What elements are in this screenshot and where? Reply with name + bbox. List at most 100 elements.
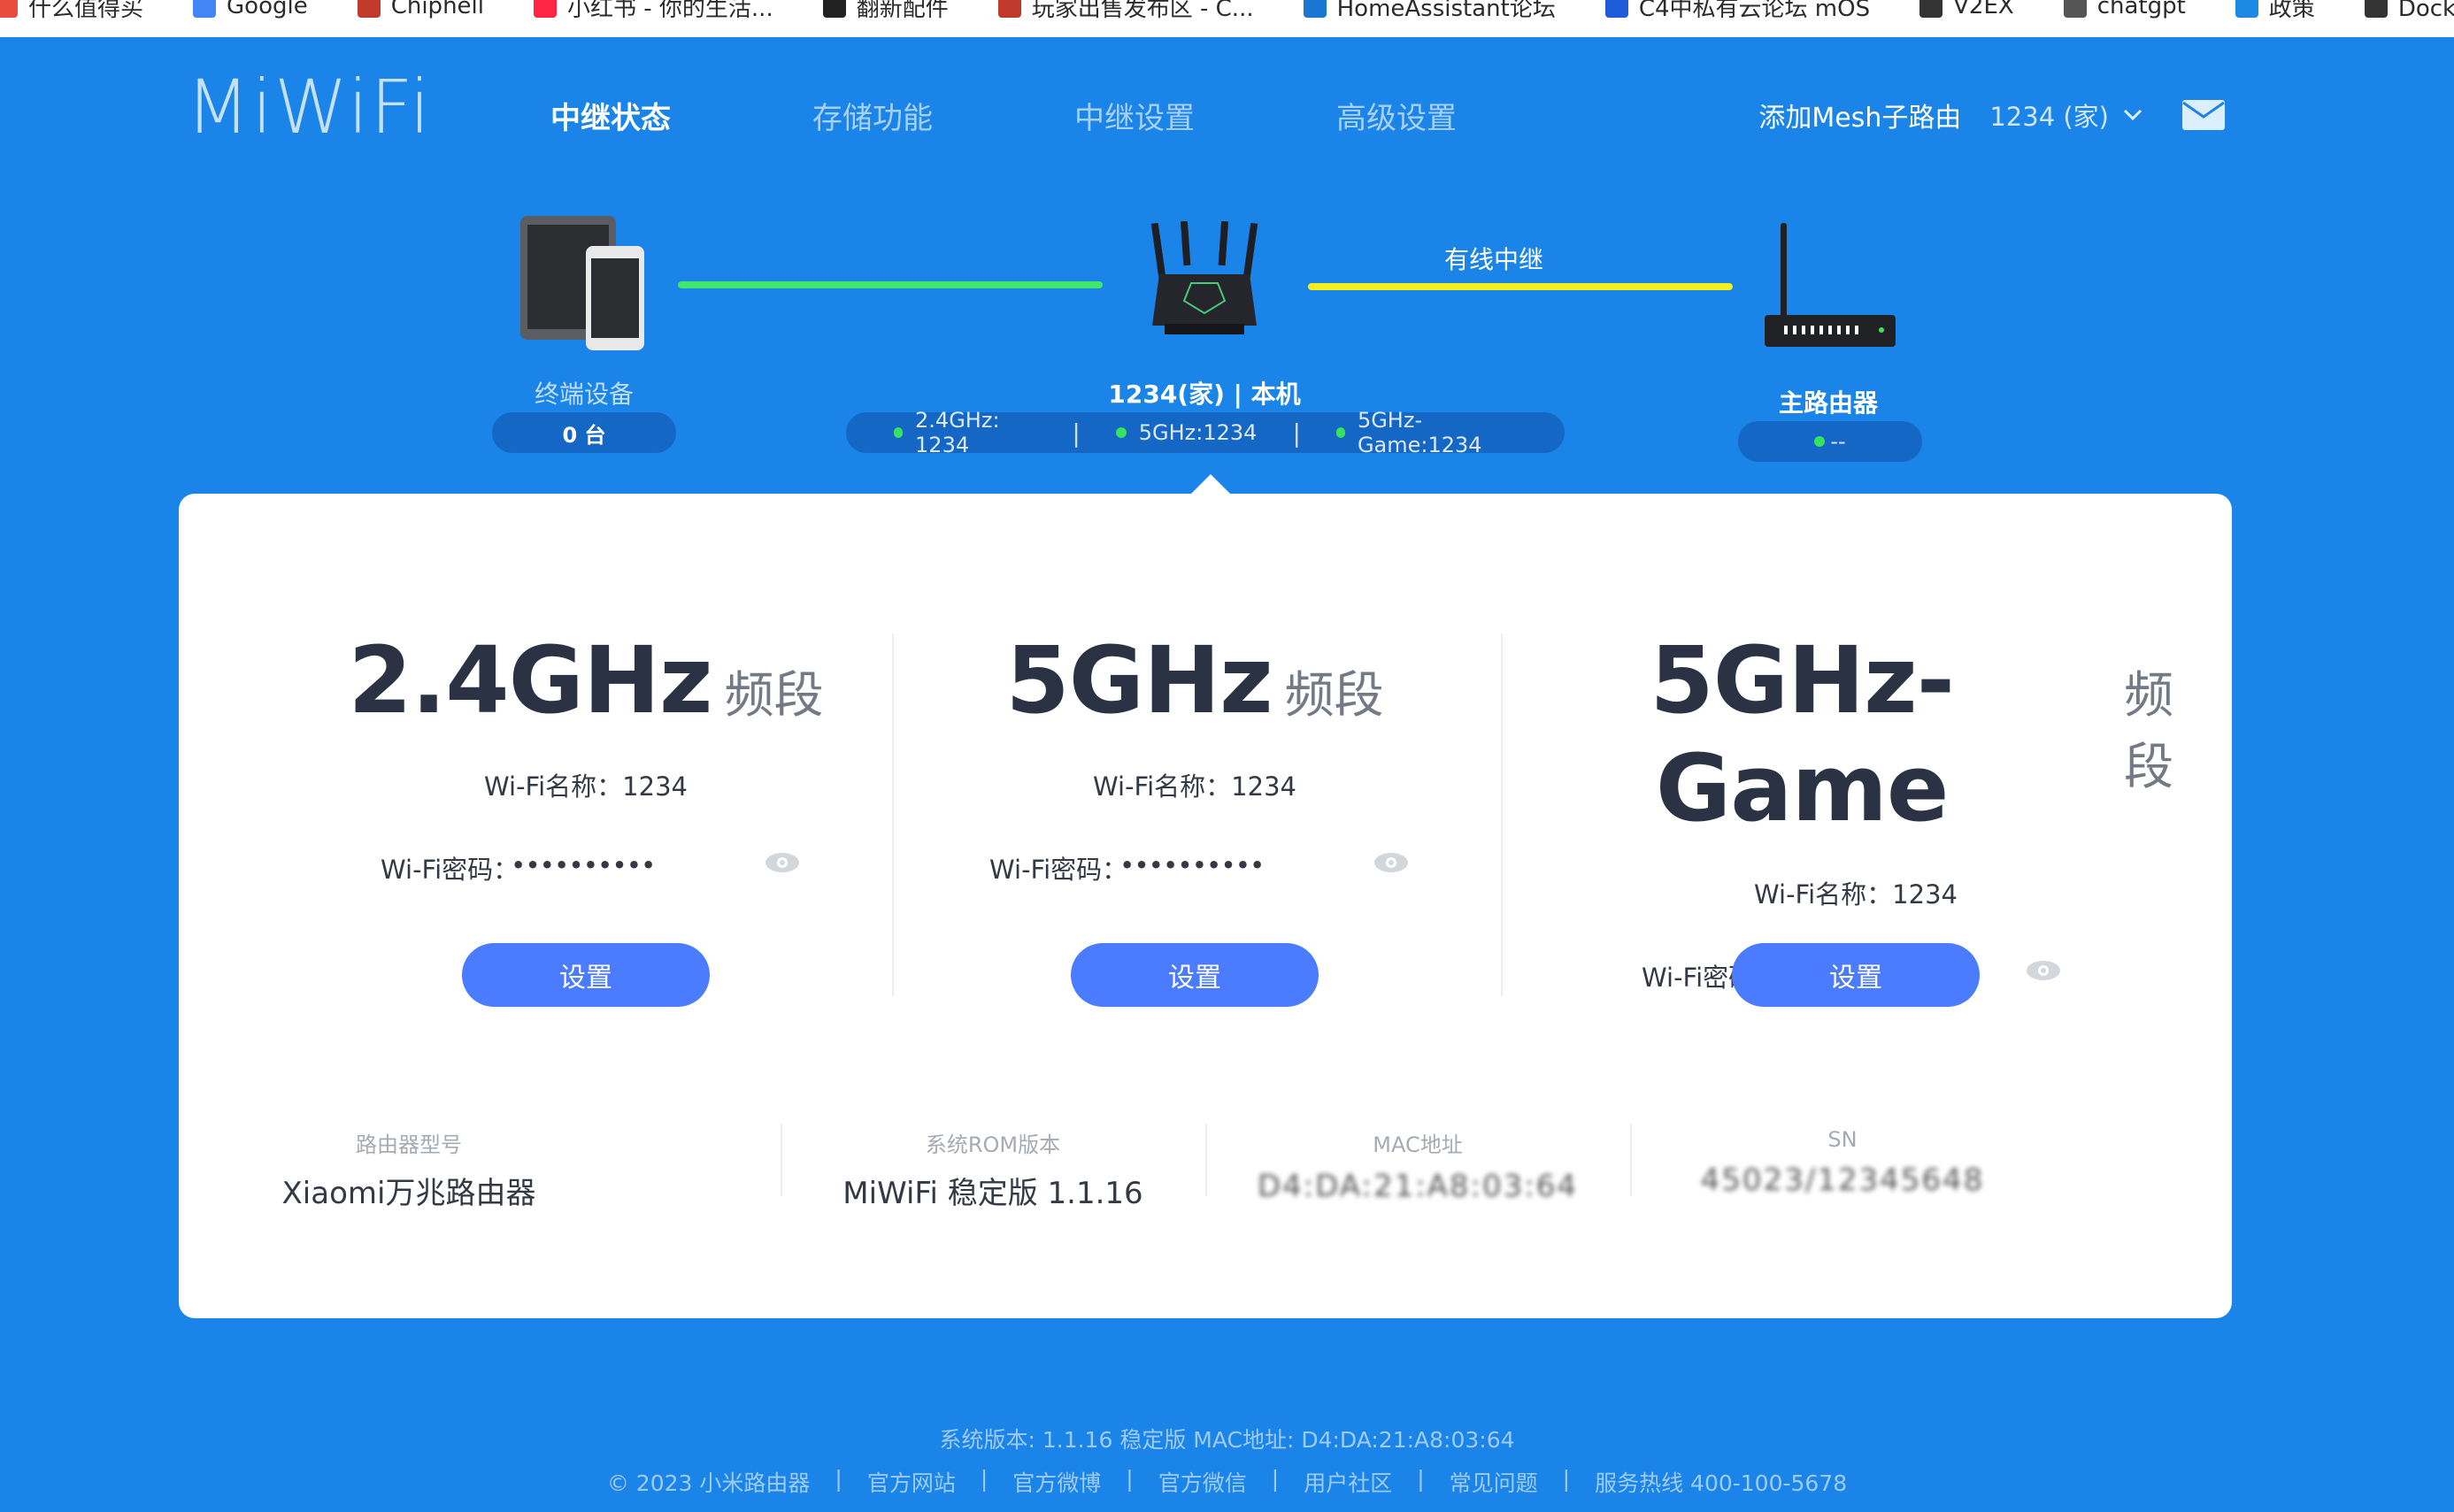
router-name: 1234 (家): [1989, 102, 2109, 132]
bookmark-favicon-icon: [2364, 0, 2388, 18]
bookmark-item[interactable]: 翻新配件: [822, 0, 949, 23]
bookmark-item[interactable]: Google: [193, 0, 308, 19]
nav-storage[interactable]: 存储功能: [812, 94, 933, 137]
footer-system-info: 系统版本: 1.1.16 稳定版 MAC地址: D4:DA:21:A8:03:6…: [939, 1427, 1515, 1453]
bookmark-favicon-icon: [193, 0, 217, 18]
bookmark-favicon-icon: [0, 0, 18, 18]
terminal-count-badge[interactable]: 0 台: [492, 412, 676, 453]
footer-link: © 2023 小米路由器: [606, 1470, 811, 1496]
band-title: 2.4GHz 频段: [347, 626, 825, 734]
footer-separator: |: [1562, 1466, 1571, 1492]
band-panel-5: 5GHz 频段 Wi-Fi名称：1234 Wi-Fi密码： ••••••••••…: [956, 626, 1434, 1007]
bookmark-label: Google: [227, 0, 308, 19]
footer-link[interactable]: 官方微博: [1012, 1466, 1101, 1498]
band-status-bar: 2.4GHz: 1234 | 5GHz:1234 | 5GHz-Game:123…: [846, 408, 1565, 457]
band-name: 5GHz-Game: [1650, 626, 1954, 842]
router-icon: [1150, 221, 1258, 334]
band-name: 2.4GHz: [348, 626, 712, 734]
online-dot: [894, 427, 904, 438]
band-settings-button[interactable]: 设置: [1071, 943, 1319, 1007]
online-dot: [1335, 427, 1345, 438]
wifi-password-value: ••••••••••: [1120, 853, 1265, 878]
info-label: 系统ROM版本: [925, 1132, 1061, 1157]
bookmark-item[interactable]: Chiphell: [357, 0, 484, 19]
bookmark-item[interactable]: 玩家出售发布区 - C...: [997, 0, 1254, 23]
info-value: MiWiFi 稳定版 1.1.16: [842, 1176, 1143, 1211]
footer-link[interactable]: 官方网站: [867, 1466, 956, 1498]
info-value: Xiaomi万兆路由器: [281, 1176, 536, 1211]
bookmark-favicon-icon: [2235, 0, 2258, 18]
bookmark-item[interactable]: chatgpt: [2063, 0, 2186, 19]
nav-relay-status[interactable]: 中继状态: [550, 94, 671, 137]
footer-separator: |: [980, 1466, 989, 1492]
info-router-model: 路由器型号 Xiaomi万兆路由器: [232, 1127, 586, 1212]
bookmark-label: 小红书 - 你的生活...: [567, 0, 773, 22]
bookmark-item[interactable]: DockerHub 国内镜...: [2364, 0, 2454, 23]
info-rom-version: 系统ROM版本 MiWiFi 稳定版 1.1.16: [798, 1127, 1188, 1212]
band-status-24: 2.4GHz: 1234: [858, 408, 1072, 457]
bookmark-label: chatgpt: [2096, 0, 2186, 19]
mail-icon[interactable]: [2181, 99, 2226, 131]
band-title: 5GHz-Game 频段: [1515, 626, 2196, 842]
bookmark-item[interactable]: 什么值得买: [0, 0, 143, 23]
bookmark-label: 翻新配件: [856, 0, 949, 22]
online-dot: [1115, 427, 1127, 438]
chevron-down-icon: [2123, 109, 2142, 121]
bookmark-favicon-icon: [1604, 0, 1628, 18]
footer-separator: |: [1126, 1466, 1134, 1492]
nav-advanced-settings[interactable]: 高级设置: [1336, 94, 1457, 137]
add-mesh-button[interactable]: 添加Mesh子路由: [1758, 96, 1961, 134]
divider: [892, 633, 894, 996]
bookmarks-bar: 什么值得买 Google Chiphell 小红书 - 你的生活... 翻新配件 玩家出售…: [0, 0, 2454, 37]
bookmark-label: 政策: [2268, 0, 2315, 22]
bookmark-label: DockerHub 国内镜...: [2397, 0, 2454, 22]
bookmark-item[interactable]: 小红书 - 你的生活...: [534, 0, 773, 23]
eye-icon[interactable]: [765, 851, 800, 874]
band-panel-24: 2.4GHz 频段 Wi-Fi名称：1234 Wi-Fi密码： ••••••••…: [347, 626, 825, 1007]
network-topology: 终端设备 0 台 1234(家) | 本机 2.4GHz: 1234 | 5GH…: [0, 188, 2454, 488]
band-status-24-text: 2.4GHz: 1234: [915, 408, 1000, 457]
footer-links: © 2023 小米路由器 | 官方网站 | 官方微博 | 官方微信 | 用户社区 | 常见问题 | 服务…: [0, 1466, 2454, 1498]
divider: [781, 1124, 782, 1196]
router-selector[interactable]: 1234 (家): [1989, 96, 2142, 134]
band-title: 5GHz 频段: [956, 626, 1434, 734]
wifi-ssid: Wi-Fi名称：1234: [484, 771, 688, 802]
eye-icon[interactable]: [2026, 959, 2061, 982]
bookmark-label: 玩家出售发布区 - C...: [1031, 0, 1254, 22]
wifi-password-label: Wi-Fi密码：: [381, 855, 519, 885]
main-router-status: --: [1738, 421, 1922, 462]
footer-link[interactable]: 官方微信: [1158, 1466, 1247, 1498]
band-settings-button[interactable]: 设置: [1732, 943, 1980, 1007]
band-status-5-text: 5GHz:1234: [1138, 420, 1258, 445]
devices-icon[interactable]: [519, 214, 651, 356]
this-router-label: 1234(家) | 本机: [1108, 380, 1301, 409]
footer-link[interactable]: 常见问题: [1450, 1466, 1538, 1498]
eye-icon[interactable]: [1373, 851, 1409, 874]
bookmark-favicon-icon: [1303, 0, 1327, 18]
nav-relay-settings[interactable]: 中继设置: [1074, 94, 1195, 137]
bookmark-label: 什么值得买: [28, 0, 144, 22]
footer-separator: |: [1271, 1466, 1280, 1492]
info-label: 路由器型号: [356, 1132, 462, 1157]
bookmark-item[interactable]: 政策: [2235, 0, 2315, 23]
footer-link[interactable]: 服务热线 400-100-5678: [1595, 1466, 1847, 1498]
miwifi-logo: MiWiFi: [186, 64, 432, 150]
main-router-icon: [1765, 223, 1896, 347]
band-settings-button[interactable]: 设置: [462, 943, 710, 1007]
bookmark-item[interactable]: C4中私有云论坛 mOS: [1604, 0, 1870, 23]
info-value: D4:DA:21:A8:03:64: [1257, 1169, 1578, 1204]
band-suffix: 频段: [1284, 667, 1384, 725]
bookmark-favicon-icon: [997, 0, 1021, 18]
wifi-password-row: Wi-Fi密码： ••••••••••: [956, 849, 1434, 885]
bookmark-item[interactable]: HomeAssistant论坛: [1303, 0, 1556, 23]
footer-separator: |: [835, 1466, 842, 1492]
band-suffix: 频段: [2124, 667, 2174, 796]
bookmark-label: V2EX: [1953, 0, 2014, 19]
bookmark-label: HomeAssistant论坛: [1336, 0, 1556, 22]
info-label: MAC地址: [1373, 1132, 1463, 1157]
bookmark-item[interactable]: V2EX: [1919, 0, 2014, 19]
footer-link[interactable]: 用户社区: [1304, 1466, 1392, 1498]
wifi-ssid: Wi-Fi名称：1234: [1754, 879, 1958, 910]
main-router-status-text: --: [1830, 429, 1846, 454]
card-pointer: [1191, 474, 1230, 494]
